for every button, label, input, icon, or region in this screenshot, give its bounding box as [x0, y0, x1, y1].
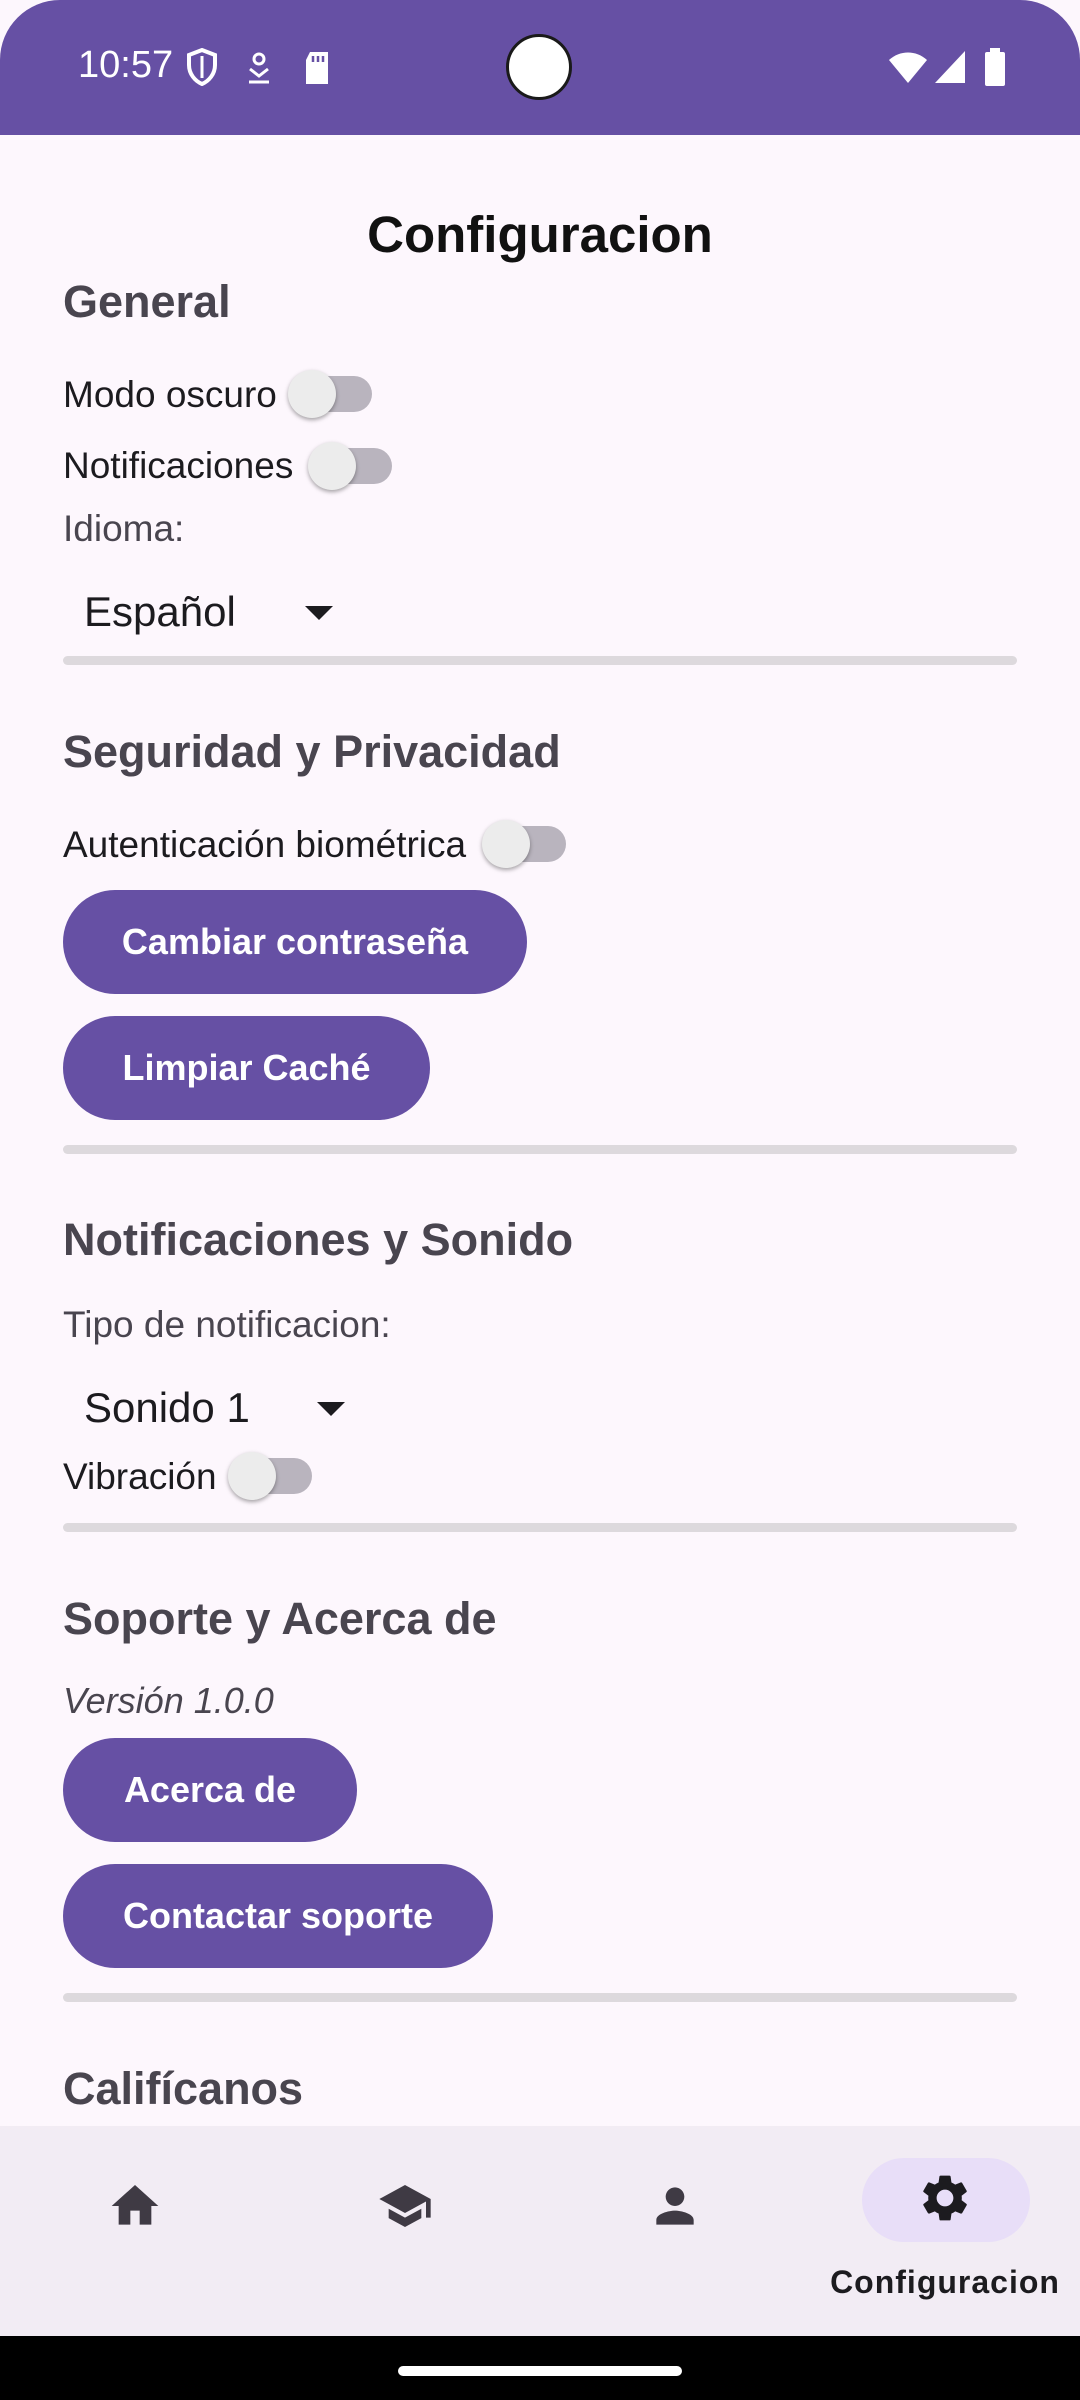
- version-text: Versión 1.0.0: [63, 1680, 274, 1721]
- language-dropdown[interactable]: Español: [63, 572, 353, 652]
- divider: [63, 1523, 1017, 1532]
- status-bar: 10:57: [0, 0, 1080, 135]
- nav-item-settings[interactable]: Configuracion: [810, 2126, 1080, 2336]
- dropdown-arrow-icon: [305, 606, 333, 620]
- nav-label-settings: Configuracion: [830, 2264, 1060, 2300]
- download-icon: [249, 52, 269, 84]
- toggle-thumb: [482, 820, 530, 868]
- nav-item-home[interactable]: [0, 2126, 270, 2336]
- section-heading-support: Soporte y Acerca de: [63, 1593, 497, 1644]
- settings-screen: 10:57 Configuracion General Modo oscuro: [0, 0, 1080, 2400]
- bottom-navigation: Configuracion: [0, 2126, 1080, 2336]
- sd-card-icon: [306, 52, 328, 84]
- person-icon: [656, 2187, 694, 2225]
- notification-type-dropdown[interactable]: Sonido 1: [63, 1368, 363, 1448]
- divider: [63, 1145, 1017, 1154]
- school-icon: [379, 2185, 431, 2227]
- section-heading-rate: Califícanos: [63, 2063, 304, 2114]
- battery-icon: [985, 48, 1005, 86]
- notifications-toggle[interactable]: [308, 442, 392, 490]
- settings-icon: [923, 2175, 967, 2221]
- cell-signal-icon: [935, 51, 965, 83]
- dark-mode-label: Modo oscuro: [63, 374, 277, 415]
- status-time: 10:57: [78, 44, 174, 86]
- language-value: Español: [84, 588, 236, 635]
- section-heading-security: Seguridad y Privacidad: [63, 726, 561, 777]
- toggle-thumb: [228, 1452, 276, 1500]
- gesture-bar: [0, 2336, 1080, 2400]
- dark-mode-toggle[interactable]: [288, 370, 372, 418]
- nav-item-profile[interactable]: [540, 2126, 810, 2336]
- vibration-toggle[interactable]: [228, 1452, 312, 1500]
- biometric-label: Autenticación biométrica: [63, 824, 467, 865]
- section-heading-sound: Notificaciones y Sonido: [63, 1214, 574, 1265]
- divider: [63, 1993, 1017, 2002]
- shield-icon: [187, 48, 217, 86]
- nav-item-courses[interactable]: [270, 2126, 540, 2336]
- toggle-thumb: [308, 442, 356, 490]
- toggle-thumb: [288, 370, 336, 418]
- dropdown-arrow-icon: [317, 1402, 345, 1416]
- contact-support-button[interactable]: Contactar soporte: [63, 1864, 493, 1968]
- about-button[interactable]: Acerca de: [63, 1738, 357, 1842]
- section-heading-general: General: [63, 276, 231, 327]
- home-gesture-handle[interactable]: [398, 2366, 682, 2376]
- wifi-icon: [889, 52, 927, 83]
- page-title: Configuracion: [367, 206, 713, 263]
- biometric-toggle[interactable]: [482, 820, 566, 868]
- home-icon: [111, 2185, 159, 2225]
- change-password-button[interactable]: Cambiar contraseña: [63, 890, 527, 994]
- clear-cache-button[interactable]: Limpiar Caché: [63, 1016, 430, 1120]
- notification-type-value: Sonido 1: [84, 1384, 250, 1431]
- notification-type-label: Tipo de notificacion:: [63, 1304, 391, 1345]
- divider: [63, 656, 1017, 665]
- language-label: Idioma:: [63, 508, 185, 549]
- vibration-label: Vibración: [63, 1456, 217, 1497]
- notifications-label: Notificaciones: [63, 445, 294, 486]
- camera-cutout: [506, 34, 572, 100]
